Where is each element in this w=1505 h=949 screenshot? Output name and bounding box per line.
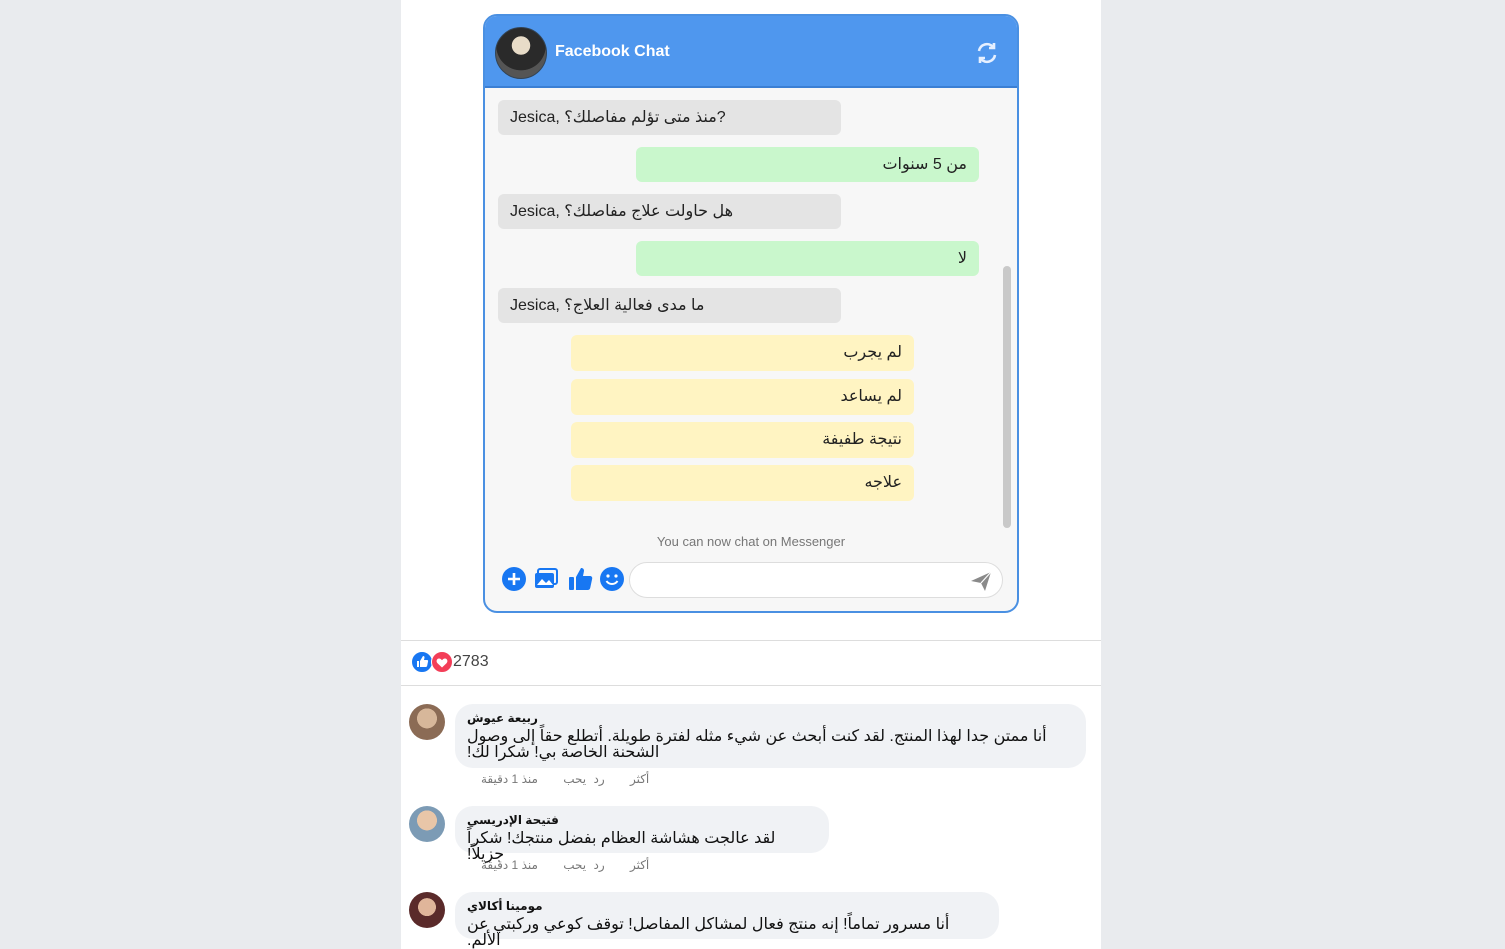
chat-avatar <box>495 27 547 79</box>
user-message: من 5 سنوات <box>636 147 979 182</box>
comment-actions: أكثر رد يحب منذ 1 دقيقة <box>481 858 671 872</box>
commenter-name[interactable]: مومينا أكالاي <box>467 899 987 913</box>
send-icon[interactable] <box>969 569 993 593</box>
comment-actions: أكثر رد يحب منذ 1 دقيقة <box>481 772 671 786</box>
reply-link[interactable]: رد <box>593 858 604 872</box>
chat-widget: Facebook Chat Jesica, منذ متى تؤلم مفاصل… <box>483 14 1019 613</box>
bot-message: Jesica, هل حاولت علاج مفاصلك؟ <box>498 194 841 229</box>
chat-title: Facebook Chat <box>555 43 670 60</box>
message-input[interactable] <box>629 562 1003 598</box>
answer-option[interactable]: علاجه <box>571 465 914 501</box>
comment-text: أنا ممتن جدا لهذا المنتج. لقد كنت أبحث ع… <box>467 728 1047 761</box>
plus-icon[interactable] <box>501 566 527 592</box>
answer-option[interactable]: لم يجرب <box>571 335 914 371</box>
emoji-icon[interactable] <box>599 566 625 592</box>
comment-text: أنا مسرور تماماً! إنه منتج فعال لمشاكل ا… <box>467 916 950 949</box>
like-reaction-icon <box>411 651 433 673</box>
reply-link[interactable]: رد <box>593 772 604 786</box>
answer-option[interactable]: نتيجة طفيفة <box>571 422 914 458</box>
commenter-avatar[interactable] <box>409 704 445 740</box>
gallery-icon[interactable] <box>533 566 559 592</box>
comment-bubble: فتيحة الإدريسي لقد عالجت هشاشة العظام بف… <box>455 806 829 863</box>
messenger-hint: You can now chat on Messenger <box>656 534 846 549</box>
divider <box>401 685 1101 686</box>
heart-reaction-icon <box>431 651 453 673</box>
like-link[interactable]: يحب <box>563 858 586 872</box>
comment-bubble: مومينا أكالاي أنا مسرور تماماً! إنه منتج… <box>455 892 999 949</box>
commenter-name[interactable]: ربيعة عيوش <box>467 711 1074 725</box>
chat-scrollbar[interactable] <box>1003 266 1011 528</box>
comment-bubble: ربيعة عيوش أنا ممتن جدا لهذا المنتج. لقد… <box>455 704 1086 768</box>
commenter-avatar[interactable] <box>409 892 445 928</box>
more-link[interactable]: أكثر <box>630 772 649 786</box>
answer-option[interactable]: لم يساعد <box>571 379 914 415</box>
divider <box>401 640 1101 641</box>
thumbs-up-icon[interactable] <box>567 566 593 592</box>
reaction-count: 2783 <box>453 653 489 670</box>
refresh-icon[interactable] <box>975 41 999 65</box>
commenter-name[interactable]: فتيحة الإدريسي <box>467 813 817 827</box>
page: Facebook Chat Jesica, منذ متى تؤلم مفاصل… <box>401 0 1101 949</box>
bot-message: Jesica, منذ متى تؤلم مفاصلك؟? <box>498 100 841 135</box>
more-link[interactable]: أكثر <box>630 858 649 872</box>
comment-time: منذ 1 دقيقة <box>481 772 538 786</box>
chat-header: Facebook Chat <box>485 16 1017 88</box>
chat-messages: Jesica, منذ متى تؤلم مفاصلك؟? من 5 سنوات… <box>485 88 1017 538</box>
like-link[interactable]: يحب <box>563 772 586 786</box>
comment-time: منذ 1 دقيقة <box>481 858 538 872</box>
bot-message: Jesica, ما مدى فعالية العلاج؟ <box>498 288 841 323</box>
commenter-avatar[interactable] <box>409 806 445 842</box>
user-message: لا <box>636 241 979 276</box>
